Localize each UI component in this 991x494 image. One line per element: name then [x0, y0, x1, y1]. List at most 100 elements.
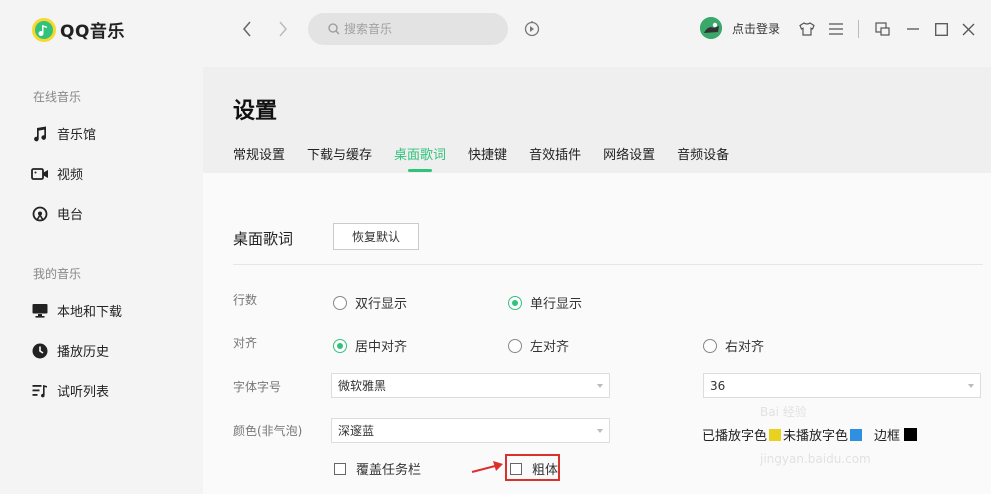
select-value: 深邃蓝: [338, 424, 375, 438]
search-input[interactable]: [344, 22, 494, 36]
shirt-icon: [799, 22, 815, 36]
page-title: 设置: [233, 99, 278, 124]
music-note-icon: [31, 125, 49, 143]
chevron-down-icon: [597, 429, 603, 433]
voice-recognize-icon: [524, 21, 540, 37]
chevron-left-icon: [243, 21, 251, 37]
radio-double-line[interactable]: 双行显示: [333, 293, 407, 312]
color-scheme-select[interactable]: 深邃蓝: [331, 418, 610, 443]
tab-audio-device[interactable]: 音频设备: [677, 144, 729, 163]
watermark: Bai 经验: [760, 405, 807, 419]
menu-icon: [829, 23, 843, 35]
radio-circle[interactable]: [333, 295, 347, 310]
tab-download-cache[interactable]: 下载与缓存: [307, 144, 372, 163]
border-color-label: 边框: [874, 429, 901, 444]
close-button[interactable]: [958, 19, 978, 39]
radio-icon: [31, 205, 49, 223]
sidebar-item-label: 试听列表: [57, 385, 110, 400]
avatar[interactable]: [700, 17, 722, 39]
playlist-icon: [31, 382, 49, 400]
section-heading: 桌面歌词: [233, 230, 294, 248]
section-divider: [233, 264, 983, 265]
search-icon: [328, 23, 340, 35]
select-value: 微软雅黑: [338, 379, 387, 393]
played-color-swatch[interactable]: [769, 428, 782, 441]
font-family-select[interactable]: 微软雅黑: [331, 373, 610, 398]
chevron-down-icon: [597, 384, 603, 388]
clock-icon: [31, 342, 49, 360]
tab-general[interactable]: 常规设置: [233, 144, 285, 163]
skin-button[interactable]: [797, 19, 817, 39]
monitor-icon: [31, 302, 49, 320]
font-label: 字体字号: [233, 380, 282, 394]
sidebar-item-label: 播放历史: [57, 345, 110, 360]
sidebar-item-local-download[interactable]: 本地和下载: [31, 301, 122, 320]
login-link[interactable]: 点击登录: [732, 20, 780, 37]
video-icon: [31, 165, 49, 183]
radio-single-line[interactable]: 单行显示: [508, 293, 582, 312]
forward-button[interactable]: [273, 19, 293, 39]
radio-circle[interactable]: [508, 338, 522, 353]
tab-sound-plugins[interactable]: 音效插件: [529, 144, 581, 163]
radio-align-left[interactable]: 左对齐: [508, 336, 569, 355]
radio-circle-selected[interactable]: [333, 338, 347, 353]
chevron-down-icon: [968, 384, 974, 388]
checkbox-box[interactable]: [334, 462, 346, 475]
sidebar-item-history[interactable]: 播放历史: [31, 341, 109, 360]
watermark-url: jingyan.baidu.com: [760, 452, 871, 466]
mini-mode-icon: [874, 22, 890, 36]
back-button[interactable]: [237, 19, 257, 39]
minimize-button[interactable]: [903, 19, 923, 39]
played-color-label: 已播放字色: [702, 429, 768, 444]
sidebar-item-preview-list[interactable]: 试听列表: [31, 381, 109, 400]
radio-circle-selected[interactable]: [508, 295, 522, 310]
section-title-mine: 我的音乐: [33, 267, 82, 281]
annotation-highlight-box: [505, 454, 560, 481]
minimize-icon: [907, 28, 919, 30]
radio-label: 双行显示: [355, 297, 408, 312]
radio-align-center[interactable]: 居中对齐: [333, 336, 407, 355]
radio-label: 单行显示: [530, 297, 583, 312]
checkbox-cover-taskbar[interactable]: 覆盖任务栏: [334, 459, 421, 478]
settings-tabs: 常规设置 下载与缓存 桌面歌词 快捷键 音效插件 网络设置 音频设备: [233, 144, 751, 172]
tab-network[interactable]: 网络设置: [603, 144, 655, 163]
restore-defaults-button[interactable]: 恢复默认: [333, 223, 419, 250]
maximize-button[interactable]: [931, 19, 951, 39]
color-swatches-row: 已播放字色 未播放字色 边框: [702, 425, 919, 444]
sidebar-item-label: 电台: [57, 208, 84, 223]
align-label: 对齐: [233, 336, 258, 350]
main-menu-button[interactable]: [826, 19, 846, 39]
unplayed-color-swatch[interactable]: [850, 428, 863, 441]
lines-label: 行数: [233, 293, 258, 307]
app-logo[interactable]: QQ音乐: [32, 17, 125, 42]
mini-mode-button[interactable]: [872, 19, 892, 39]
select-value: 36: [710, 378, 726, 393]
search-box[interactable]: [308, 13, 508, 45]
settings-panel: 设置 常规设置 下载与缓存 桌面歌词 快捷键 音效插件 网络设置 音频设备 桌面…: [203, 67, 991, 494]
radio-label: 右对齐: [725, 340, 765, 355]
voice-search-button[interactable]: [522, 19, 542, 39]
section-title-online: 在线音乐: [33, 90, 82, 104]
font-size-select[interactable]: 36: [703, 373, 981, 398]
sidebar-item-music-hall[interactable]: 音乐馆: [31, 124, 96, 143]
sidebar-item-video[interactable]: 视频: [31, 164, 83, 183]
app-name: QQ音乐: [60, 22, 125, 42]
top-bar: 点击登录: [203, 0, 991, 67]
radio-circle[interactable]: [703, 338, 717, 353]
radio-label: 居中对齐: [355, 340, 408, 355]
login-area[interactable]: 点击登录: [700, 17, 780, 39]
tab-hotkeys[interactable]: 快捷键: [468, 144, 507, 163]
border-color-swatch[interactable]: [904, 428, 918, 441]
unplayed-color-label: 未播放字色: [783, 429, 849, 444]
tab-desktop-lyrics[interactable]: 桌面歌词: [394, 144, 446, 172]
settings-header: 设置 常规设置 下载与缓存 桌面歌词 快捷键 音效插件 网络设置 音频设备: [203, 67, 991, 173]
color-label: 颜色(非气泡): [233, 424, 303, 438]
radio-align-right[interactable]: 右对齐: [703, 336, 764, 355]
close-icon: [962, 23, 974, 35]
sidebar-item-label: 视频: [57, 168, 84, 183]
chevron-right-icon: [279, 21, 287, 37]
avatar-icon: [700, 17, 722, 39]
sidebar-item-label: 音乐馆: [57, 128, 97, 143]
sidebar-item-radio[interactable]: 电台: [31, 204, 83, 223]
sidebar: QQ音乐 在线音乐 音乐馆 视频 电台 我的音乐 本地和下载 播放历史 试听列表: [0, 0, 203, 494]
